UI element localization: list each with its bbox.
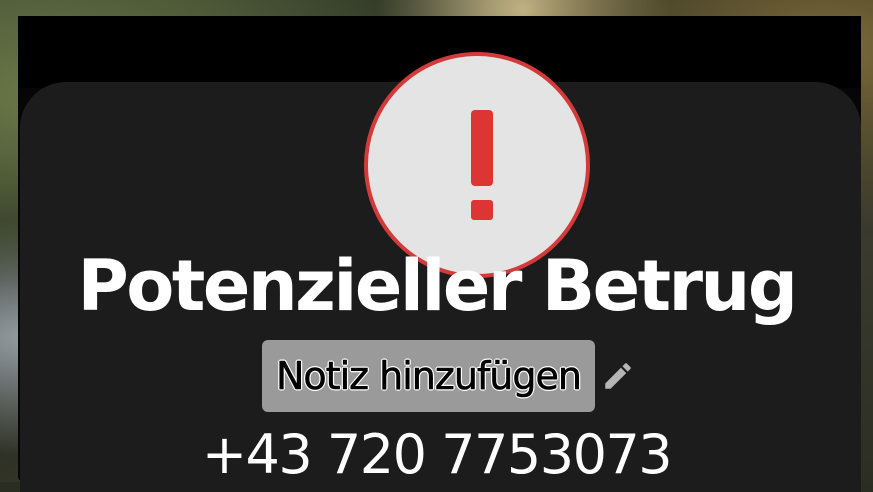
pencil-icon[interactable] bbox=[601, 359, 635, 393]
phone-number: +43 720 7753073 bbox=[201, 423, 673, 486]
add-note-row[interactable]: Notiz hinzufügen bbox=[262, 340, 635, 412]
caller-label: Potenzieller Betrug bbox=[77, 245, 799, 327]
add-note-button[interactable]: Notiz hinzufügen bbox=[262, 340, 595, 412]
